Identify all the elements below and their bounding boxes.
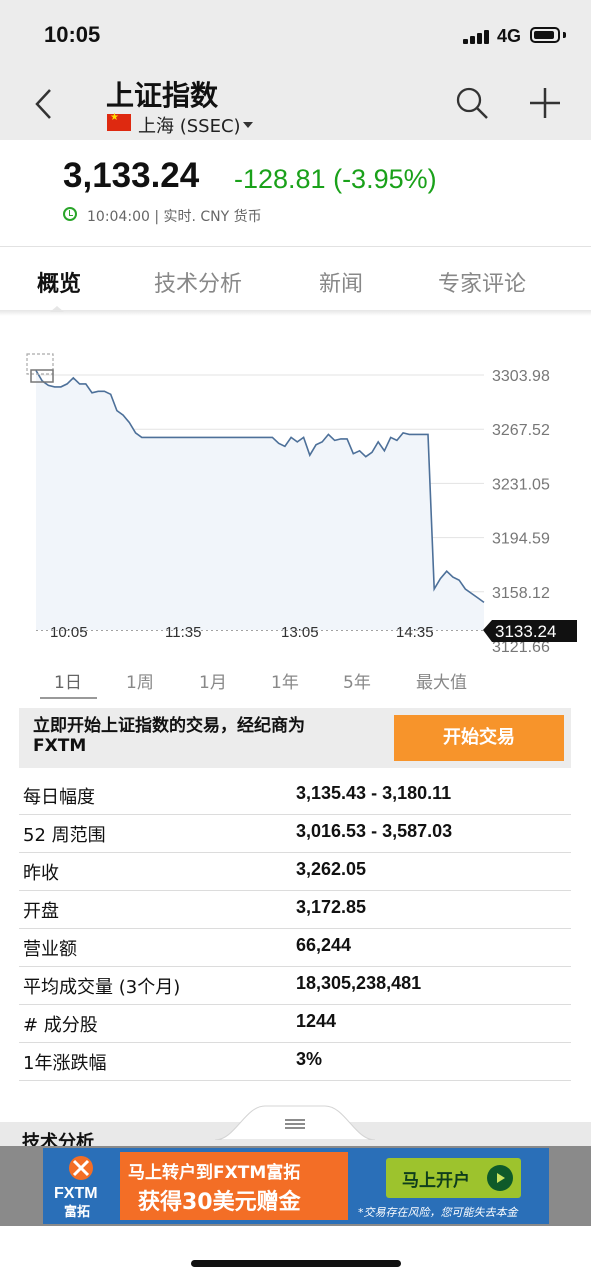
period-1y[interactable]: 1年 [271, 668, 299, 693]
svg-text:FXTM: FXTM [54, 1185, 98, 1202]
stat-row-52-week-range: 52 周范围 3,016.53 - 3,587.03 [19, 814, 571, 853]
period-1m[interactable]: 1月 [199, 668, 227, 693]
tab-technical[interactable]: 技术分析 [154, 266, 242, 298]
stat-label: 平均成交量 (3个月) [23, 977, 181, 998]
chart-x-tick-label: 14:35 [396, 624, 434, 641]
stat-row-avg-volume: 平均成交量 (3个月) 18,305,238,481 [19, 966, 571, 1005]
stat-value: 3,172.85 [296, 897, 367, 917]
signal-icon [463, 28, 493, 44]
back-button[interactable] [30, 86, 60, 122]
stat-row-1y-change: 1年涨跌幅 3% [19, 1042, 571, 1081]
divider [0, 246, 591, 247]
home-indicator[interactable] [191, 1260, 401, 1267]
stat-value: 3,135.43 - 3,180.11 [296, 783, 452, 803]
promo-text: 立即开始上证指数的交易，经纪商为FXTM [33, 716, 305, 756]
stat-label: 52 周范围 [23, 825, 106, 846]
stat-row-daily-range: 每日幅度 3,135.43 - 3,180.11 [19, 776, 571, 815]
period-5y[interactable]: 5年 [343, 668, 371, 693]
svg-text:富拓: 富拓 [64, 1204, 90, 1220]
header-bar [0, 70, 591, 140]
ad-headline: 马上转户到FXTM富拓 [128, 1163, 301, 1183]
chart-y-tick-label: 3267.52 [492, 422, 550, 439]
chart-y-tick-label: 3303.98 [492, 368, 550, 385]
stat-value: 3,262.05 [296, 859, 367, 879]
stat-label: 每日幅度 [23, 787, 95, 808]
stat-label: 1年涨跌幅 [23, 1053, 107, 1074]
chart-x-tick-label: 11:35 [165, 624, 201, 641]
chart-area-fill [36, 370, 484, 630]
caret-down-icon[interactable] [243, 122, 253, 128]
ad-subheadline: 获得30美元赠金 [138, 1190, 301, 1215]
active-tab-indicator [50, 306, 64, 312]
tab-overview[interactable]: 概览 [37, 266, 81, 298]
price-change: -128.81 (-3.95%) [234, 164, 437, 194]
stat-row-prev-close: 昨收 3,262.05 [19, 852, 571, 891]
last-price-label: 3133.24 [495, 622, 556, 641]
period-max[interactable]: 最大值 [416, 668, 467, 693]
plus-icon [530, 88, 560, 118]
tab-expert-comments[interactable]: 专家评论 [438, 266, 526, 298]
stat-row-turnover: 营业额 66,244 [19, 928, 571, 967]
arrow-right-icon [487, 1165, 513, 1191]
network-label: 4G [497, 26, 522, 46]
period-1w[interactable]: 1周 [126, 668, 154, 693]
stat-row-open: 开盘 3,172.85 [19, 890, 571, 929]
search-button[interactable] [455, 86, 489, 120]
last-price-tag: 3133.24 [483, 620, 577, 642]
status-time: 10:05 [44, 22, 101, 47]
battery-tip [563, 32, 566, 38]
back-chevron-icon [35, 89, 51, 119]
chart-y-tick-label: 3231.05 [492, 476, 550, 493]
china-flag-icon [107, 112, 131, 131]
stat-value: 1244 [296, 1011, 337, 1031]
home-area [0, 1226, 591, 1280]
chart-y-tick-label: 3158.12 [492, 585, 550, 602]
tab-news[interactable]: 新闻 [319, 266, 363, 298]
price-chart[interactable]: 3303.983267.523231.053194.593158.123121.… [0, 330, 591, 660]
stat-value: 3% [296, 1049, 323, 1069]
drawer-handle[interactable] [215, 1104, 375, 1140]
battery-icon [530, 27, 560, 43]
ad-button-label: 马上开户 [402, 1171, 470, 1191]
page-title: 上证指数 [106, 79, 219, 112]
period-1d[interactable]: 1日 [54, 668, 82, 693]
start-trading-button[interactable]: 开始交易 [394, 715, 564, 761]
clock-icon [63, 207, 77, 221]
exchange-selector[interactable]: 上海 (SSEC) [138, 112, 241, 138]
stat-label: # 成分股 [23, 1015, 98, 1036]
stat-label: 开盘 [23, 901, 59, 922]
tabs-shadow [0, 310, 591, 316]
chart-y-tick-label: 3194.59 [492, 531, 550, 548]
stat-value: 66,244 [296, 935, 352, 955]
stat-row-components: # 成分股 1244 [19, 1004, 571, 1043]
fxtm-logo: FXTM 富拓 [50, 1152, 112, 1220]
chart-x-tick-label: 10:05 [50, 624, 88, 641]
chart-x-tick-label: 13:05 [281, 624, 319, 641]
current-price: 3,133.24 [63, 156, 200, 195]
stat-value: 3,016.53 - 3,587.03 [296, 821, 453, 841]
stat-value: 18,305,238,481 [296, 973, 422, 993]
stat-label: 营业额 [23, 939, 77, 960]
search-icon [456, 87, 488, 119]
add-button[interactable] [528, 86, 562, 120]
section-title-technical[interactable]: 技术分析 [22, 1128, 94, 1146]
period-active-underline [40, 697, 97, 699]
stat-label: 昨收 [23, 863, 59, 884]
ad-risk-disclaimer: *交易存在风险，您可能失去本金 [358, 1206, 518, 1219]
quote-time-info: 10:04:00 | 实时. CNY 货币 [87, 209, 262, 225]
